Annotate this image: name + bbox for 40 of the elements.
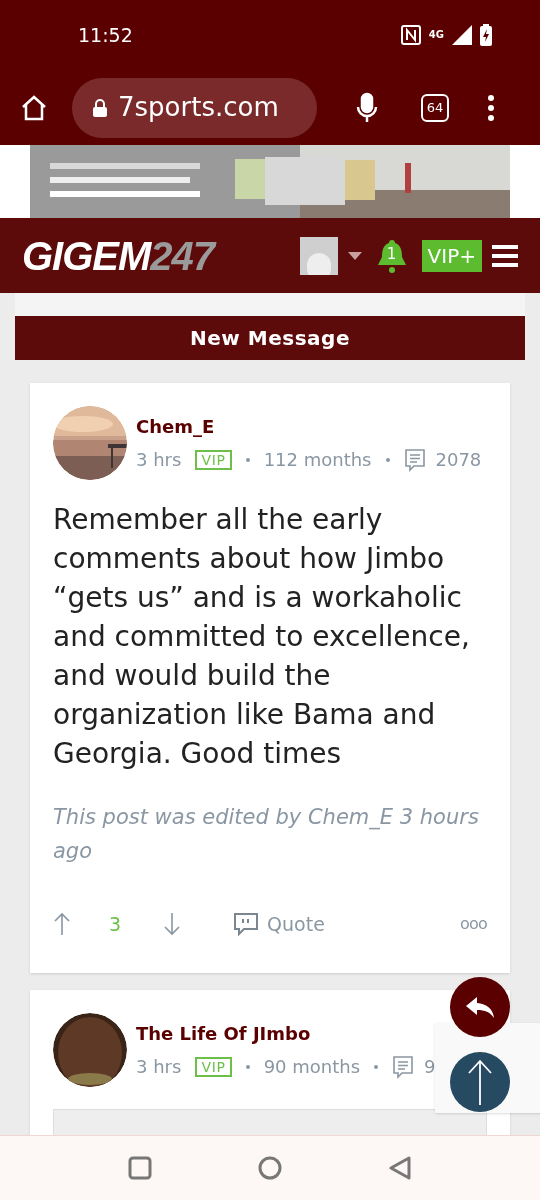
- user-avatar[interactable]: [299, 236, 338, 275]
- caret-icon[interactable]: [347, 251, 362, 260]
- author-name[interactable]: Chem_E: [136, 413, 482, 440]
- vote-score: 3: [109, 912, 122, 937]
- post-time: 3 hrs: [136, 1055, 182, 1079]
- arrow-up-icon: [468, 1059, 492, 1105]
- post-count: 2078: [435, 448, 482, 472]
- signal-icon: [452, 25, 472, 45]
- tab-count[interactable]: 64: [421, 93, 449, 122]
- member-tenure: 90 months: [263, 1055, 361, 1079]
- microphone-icon[interactable]: [355, 91, 379, 124]
- lock-icon: [92, 97, 108, 118]
- upvote-icon[interactable]: [53, 912, 71, 937]
- post-count: 9: [424, 1055, 436, 1079]
- site-logo[interactable]: GIGEM247: [22, 235, 215, 276]
- edit-note: This post was edited by Chem_E 3 hours ago: [53, 804, 480, 865]
- comment-icon: [403, 447, 426, 472]
- member-tenure: 112 months: [263, 448, 372, 472]
- quote-icon: [233, 912, 260, 937]
- notification-count: 1: [385, 246, 398, 262]
- more-icon[interactable]: [487, 93, 495, 122]
- home-icon[interactable]: [20, 93, 48, 122]
- back-icon[interactable]: [388, 1156, 412, 1180]
- comment-icon: [392, 1054, 415, 1079]
- nfc-icon: [400, 25, 421, 45]
- post-body: Remember all the early comments about how Jimbo “gets us” and is a workaholic and committed to excellence, and would build the organization like Bama and Georgia. Good times: [53, 502, 471, 772]
- clock: 11:52: [78, 22, 133, 48]
- section-title: New Message: [15, 316, 525, 360]
- downvote-icon[interactable]: [163, 912, 182, 937]
- reply-icon: [465, 996, 495, 1018]
- vip-badge: VIP: [195, 1056, 232, 1077]
- vip-badge: VIP: [195, 449, 232, 470]
- battery-icon: [480, 24, 492, 46]
- address-bar[interactable]: 7sports.com: [72, 77, 317, 138]
- network-type: 4G: [428, 30, 444, 40]
- recents-icon[interactable]: [128, 1156, 152, 1180]
- author-name[interactable]: The Life Of JImbo: [136, 1020, 436, 1047]
- post-time: 3 hrs: [136, 448, 182, 472]
- bell-icon[interactable]: [375, 237, 408, 274]
- menu-icon[interactable]: [492, 244, 518, 267]
